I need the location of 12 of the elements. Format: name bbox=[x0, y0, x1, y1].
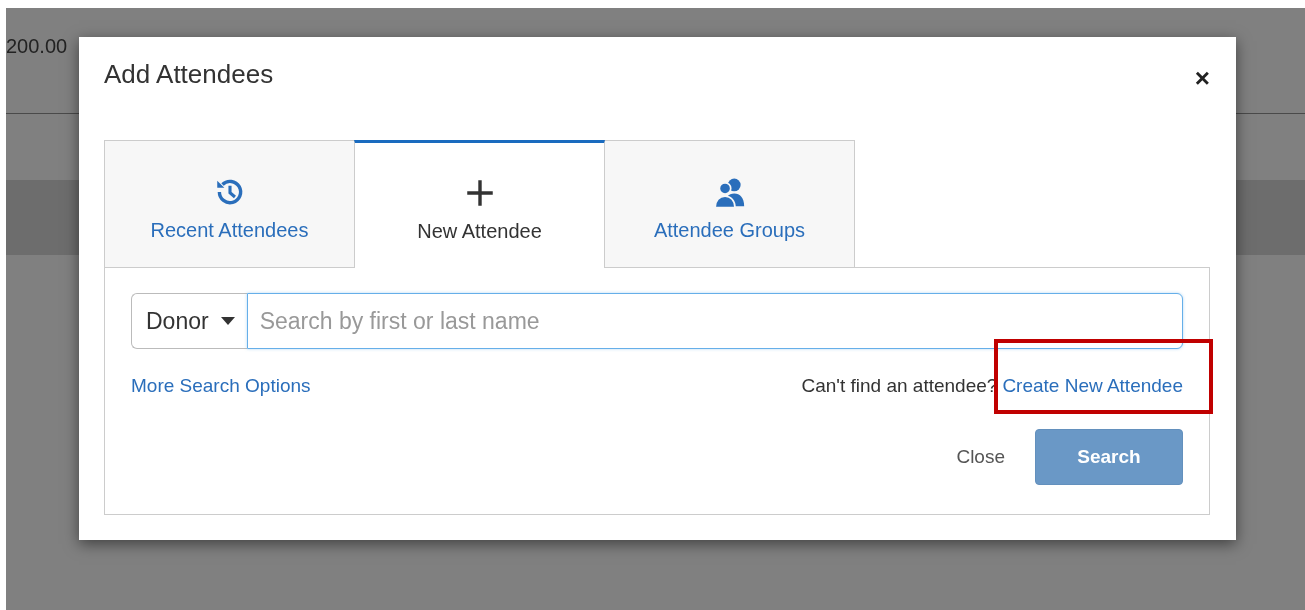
more-search-options-link[interactable]: More Search Options bbox=[131, 375, 311, 397]
close-button[interactable]: Close bbox=[950, 445, 1011, 469]
create-attendee-link[interactable]: Create New Attendee bbox=[1002, 375, 1183, 396]
amount-text: 200.00 bbox=[6, 35, 68, 58]
caret-icon bbox=[220, 317, 235, 325]
search-field[interactable]: Search by first or last name bbox=[246, 293, 1183, 349]
tab[interactable]: New Attendee bbox=[354, 140, 605, 268]
hint-text: Can't find an attendee? bbox=[801, 375, 998, 396]
dialog-title: Add Attendees bbox=[104, 59, 274, 90]
type-dropdown[interactable]: Donor bbox=[131, 293, 247, 349]
tab[interactable]: Recent Attendees bbox=[104, 140, 355, 267]
tab[interactable]: Attendee Groups bbox=[604, 140, 855, 267]
